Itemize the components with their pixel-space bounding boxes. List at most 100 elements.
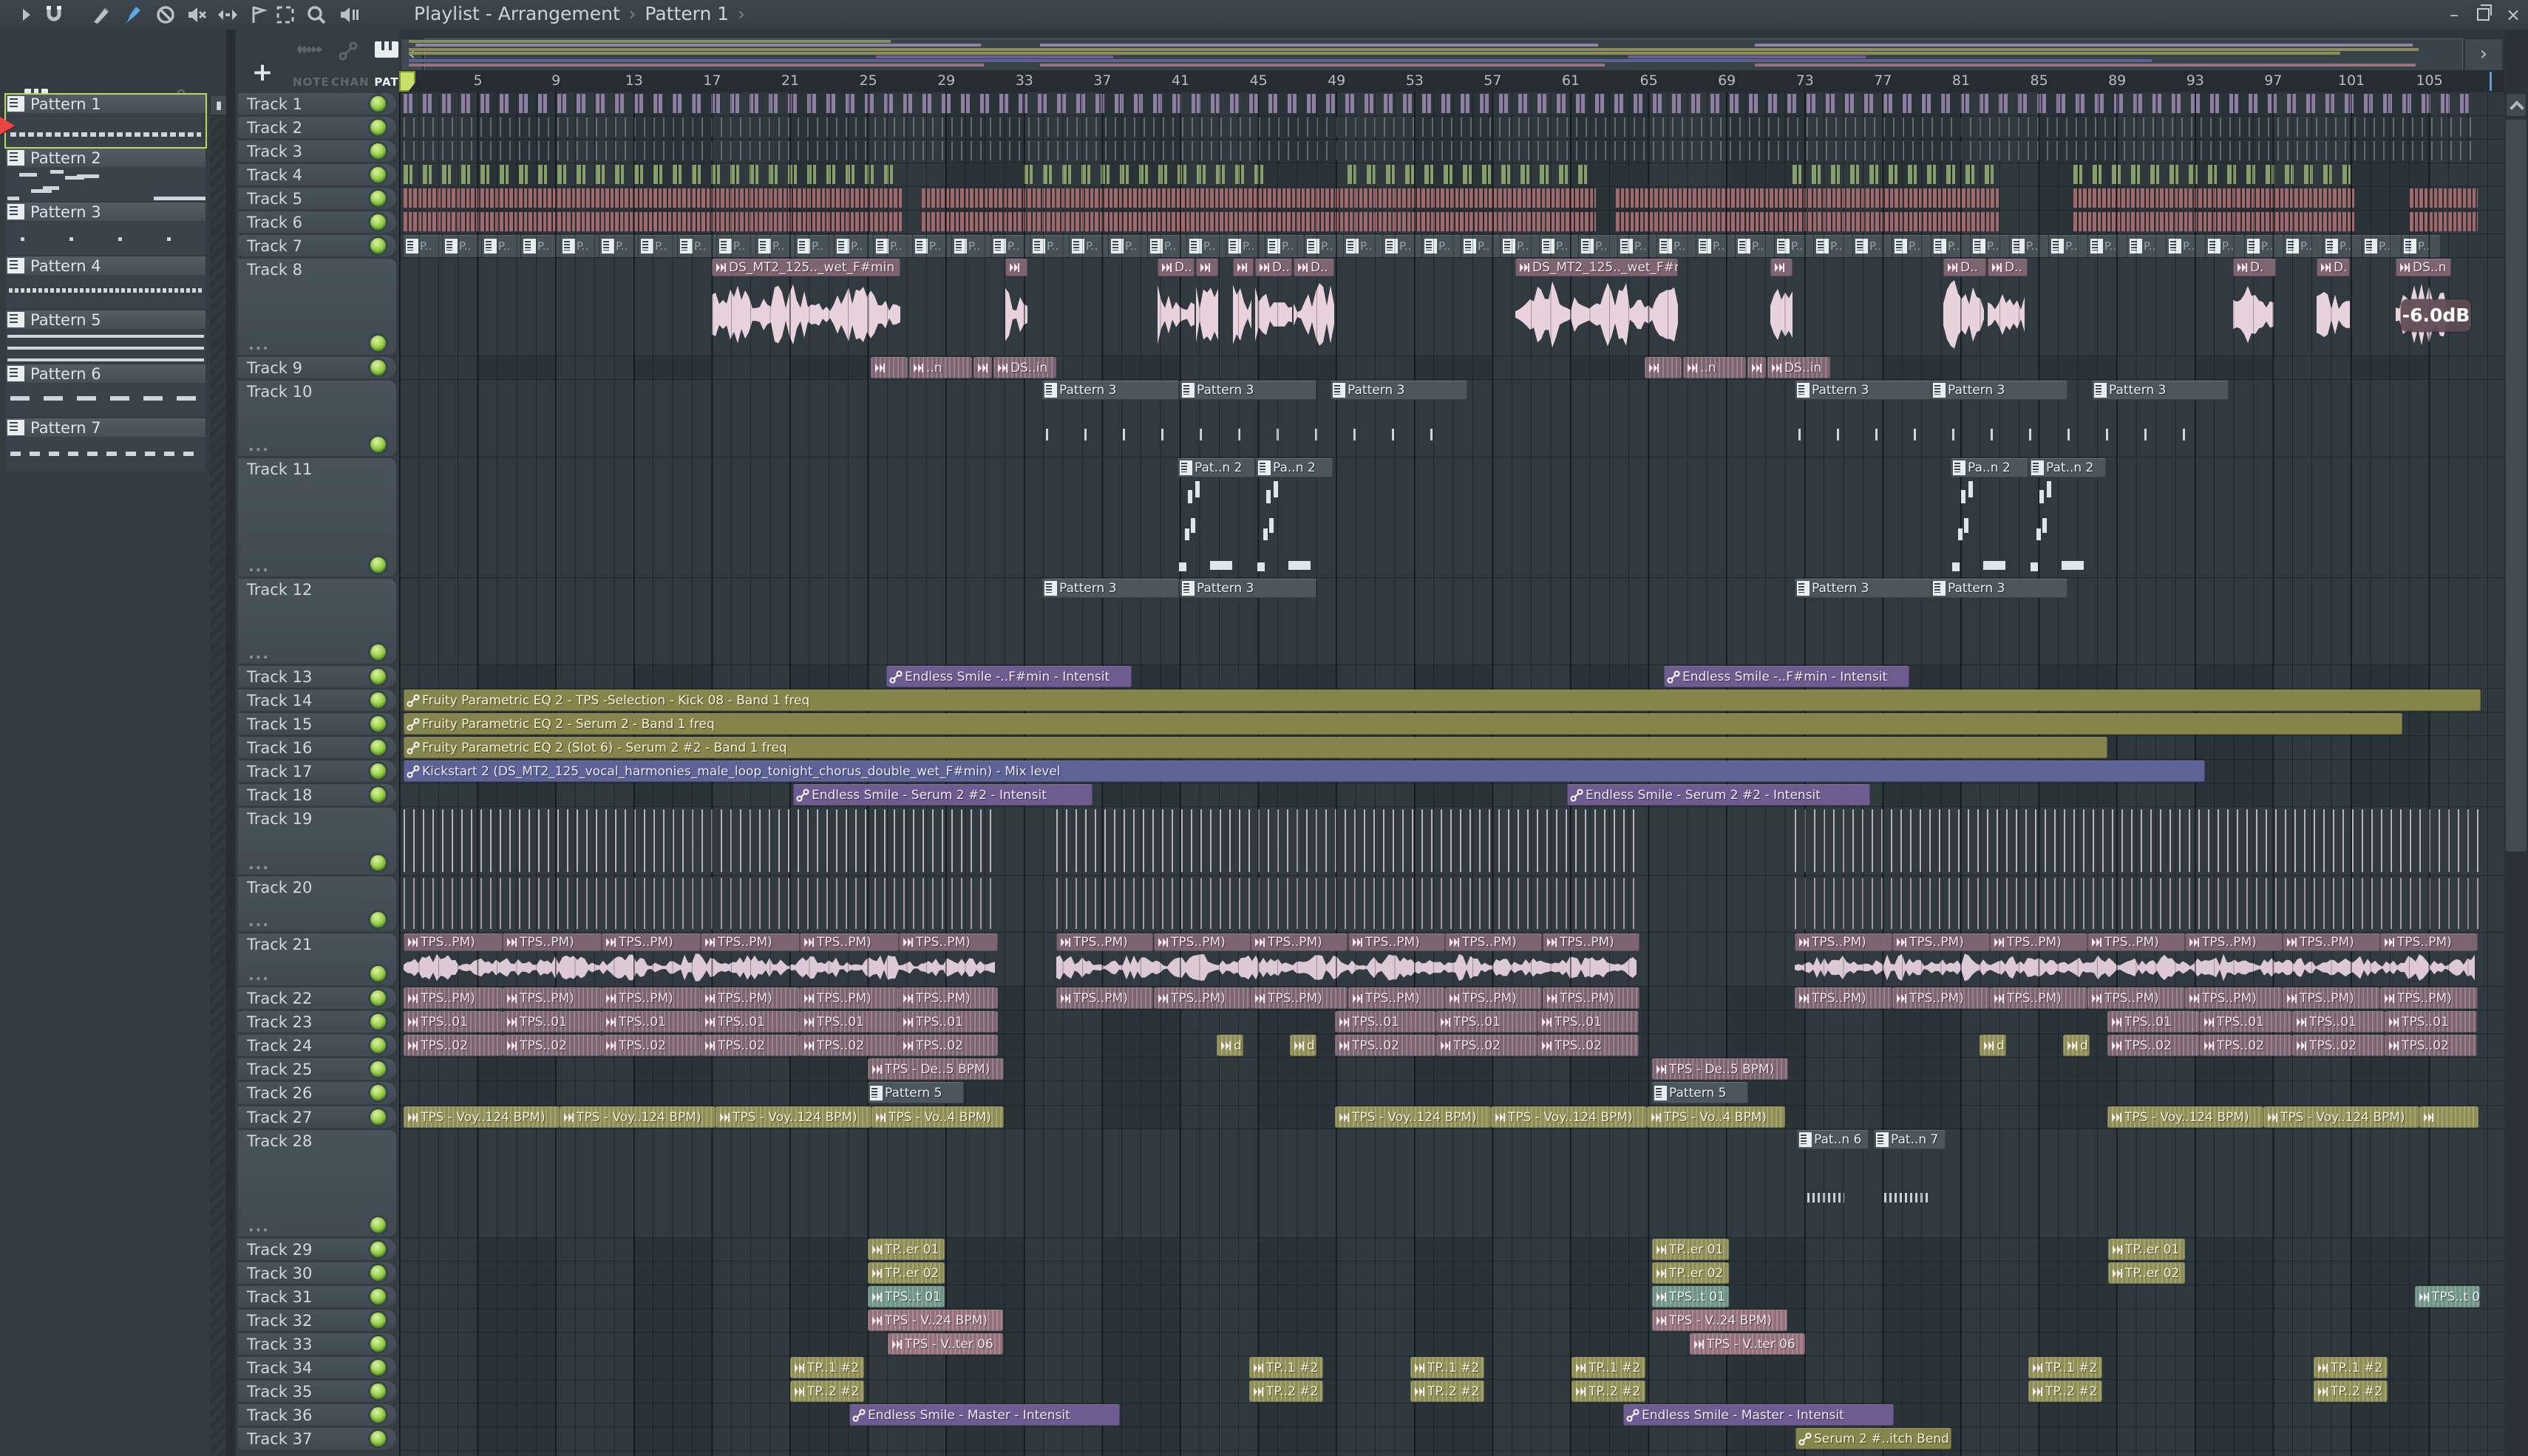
track-led-button[interactable] — [370, 669, 386, 684]
audio-clip[interactable]: TPS..PM) — [1154, 933, 1251, 951]
track-led-button[interactable] — [370, 716, 386, 732]
clip-band[interactable] — [2073, 188, 2354, 208]
audio-clip[interactable]: TPS..02 — [1335, 1035, 1436, 1056]
audio-clip[interactable]: TP..1 #2 — [790, 1357, 864, 1378]
clip-band[interactable] — [1616, 188, 1999, 208]
playhead-marker[interactable] — [399, 71, 415, 92]
audio-clip[interactable]: TPS..01 — [800, 1011, 899, 1033]
audio-clip[interactable]: TPS..PM) — [899, 933, 998, 951]
automation-clip[interactable]: Endless Smile - Serum 2 #2 - Intensit — [1567, 784, 1870, 806]
select-flag-icon[interactable] — [248, 4, 270, 26]
pattern-clip[interactable]: Pattern 3 — [1931, 381, 2067, 400]
audio-clip[interactable]: TPS..t 01 — [2415, 1286, 2480, 1307]
spike-band[interactable] — [404, 809, 999, 872]
audio-clip[interactable]: TP..1 #2 — [2314, 1357, 2388, 1378]
track-row-name[interactable]: Track 23 — [238, 1011, 396, 1033]
collapse-caret-icon[interactable] — [15, 4, 37, 26]
pattern-clip[interactable]: Pattern 3 — [1931, 579, 2067, 598]
track-led-button[interactable] — [370, 787, 386, 803]
audio-clip[interactable]: D.. — [1294, 259, 1334, 276]
audio-clip[interactable]: TPS..01 — [503, 1011, 602, 1033]
clip-band[interactable] — [404, 141, 2478, 160]
pattern-clip[interactable]: Pattern 3 — [1180, 579, 1316, 598]
minimize-button[interactable]: – — [2439, 0, 2469, 30]
pattern-cell-clip[interactable]: P.. — [2010, 235, 2048, 257]
audio-clip[interactable]: TP..er 02 — [868, 1262, 945, 1284]
track-led-button[interactable] — [370, 1061, 386, 1077]
pattern-cell-clip[interactable]: P.. — [2167, 235, 2205, 257]
audio-clip[interactable]: TPS..PM) — [1154, 987, 1251, 1009]
arrangement-overview[interactable] — [408, 38, 2463, 71]
audio-clip[interactable]: DS_MT2_125.._wet_F#min — [712, 259, 900, 276]
timeline-ruler[interactable]: 5 9 13 17 21 25 29 33 37 41 45 49 53 57 61 65 69 73 77 81 85… — [399, 70, 2504, 93]
pattern-cell-clip[interactable]: P.. — [913, 235, 951, 257]
add-pattern-button[interactable]: + — [89, 1450, 121, 1456]
audio-clip[interactable]: TPS..PM) — [1543, 933, 1640, 951]
audio-clip[interactable]: TPS..t 01 — [868, 1286, 945, 1307]
pattern-cell-clip[interactable]: P.. — [1109, 235, 1147, 257]
breadcrumb-playlist[interactable]: Playlist - Arrangement — [414, 3, 620, 24]
audio-clip[interactable]: TPS..PM) — [1795, 933, 1892, 951]
track-led-button[interactable] — [370, 1313, 386, 1328]
automation-clip[interactable]: Serum 2 #..itch Bend — [1795, 1428, 1951, 1449]
pattern-cell-row[interactable]: P.. P.. P.. P.. P.. P.. P.. P.. P.. P.. P.. P.. P.. P… — [404, 235, 2478, 257]
pattern-cell-clip[interactable]: P.. — [1892, 235, 1931, 257]
audio-clip[interactable]: TPS..02 — [602, 1035, 701, 1056]
audio-clip[interactable]: TPS..01 — [1436, 1011, 1537, 1033]
track-row-name[interactable]: Track 28... — [238, 1130, 396, 1236]
zoom-magnifier-icon[interactable] — [305, 4, 327, 26]
pattern-clip[interactable]: Pat..n 7 — [1874, 1130, 1946, 1149]
spike-band[interactable] — [1795, 809, 2478, 872]
audio-clip[interactable]: TPS..02 — [2385, 1035, 2477, 1056]
audio-clip[interactable]: TPS..PM) — [602, 987, 701, 1009]
pattern-item[interactable]: Pattern 3 — [6, 203, 205, 255]
restore-button[interactable] — [2469, 0, 2498, 30]
pattern-cell-clip[interactable]: P.. — [2323, 235, 2362, 257]
pattern-item-header[interactable]: Pattern 6 — [6, 364, 205, 383]
pattern-item[interactable]: Pattern 7 — [6, 418, 205, 471]
clip-band[interactable] — [922, 188, 1596, 208]
pattern-cell-clip[interactable]: P.. — [521, 235, 560, 257]
audio-clip[interactable]: TPS..PM) — [2087, 933, 2185, 951]
track-row-name[interactable]: Track 10... — [238, 381, 396, 456]
track-led-button[interactable] — [370, 238, 386, 254]
pattern-cell-clip[interactable]: P.. — [2088, 235, 2127, 257]
audio-clip[interactable] — [2419, 1106, 2478, 1128]
breadcrumb[interactable]: Playlist - Arrangement › Pattern 1 › — [414, 3, 754, 24]
pattern-cell-clip[interactable]: P.. — [639, 235, 677, 257]
audio-clip[interactable]: D.. — [1988, 259, 2028, 276]
track-row-name[interactable]: Track 8... — [238, 259, 396, 355]
pattern-cell-clip[interactable]: P.. — [874, 235, 912, 257]
track-led-button[interactable] — [370, 1109, 386, 1125]
clip-band[interactable] — [2073, 165, 2351, 184]
audio-clip[interactable]: TPS..02 — [503, 1035, 602, 1056]
audio-clip[interactable]: TP..er 02 — [1652, 1262, 1729, 1284]
pattern-cell-clip[interactable]: P.. — [482, 235, 520, 257]
audio-clip[interactable]: D.. — [1943, 259, 1986, 276]
slice-knife-icon[interactable] — [90, 4, 112, 26]
audio-clip[interactable]: ..n — [909, 357, 972, 378]
track-led-button[interactable] — [370, 167, 386, 183]
pattern-clip[interactable]: Pat..n 2 — [2029, 458, 2106, 477]
track-led-button[interactable] — [370, 1431, 386, 1446]
pattern-cell-clip[interactable]: P.. — [1853, 235, 1892, 257]
pattern-clip[interactable]: Pattern 3 — [1042, 381, 1179, 400]
audio-clip[interactable]: TPS..PM) — [1445, 987, 1542, 1009]
track-led-button[interactable] — [370, 143, 386, 159]
track-row-name[interactable]: Track 5 — [238, 188, 396, 209]
audio-clip[interactable]: TPS..01 — [602, 1011, 701, 1033]
audio-clip[interactable]: TPS..PM) — [2283, 933, 2380, 951]
audio-clip[interactable]: TPS..PM) — [1056, 987, 1153, 1009]
audio-clip[interactable]: TPS..PM) — [1348, 987, 1445, 1009]
track-row-name[interactable]: Track 30 — [238, 1262, 396, 1284]
audio-clip[interactable]: TPS..PM) — [1795, 987, 1892, 1009]
audio-clip[interactable]: TPS..PM) — [800, 987, 899, 1009]
pattern-cell-clip[interactable]: P.. — [560, 235, 599, 257]
audio-clip[interactable]: TPS..02 — [1436, 1035, 1537, 1056]
pattern-item[interactable]: Pattern 4 — [6, 256, 205, 309]
automation-clip[interactable]: Fruity Parametric EQ 2 - Serum 2 - Band … — [404, 713, 2402, 735]
pattern-clip[interactable]: Pattern 3 — [1331, 381, 1467, 400]
audio-clip[interactable] — [1233, 259, 1254, 276]
track-row-name[interactable]: Track 17 — [238, 761, 396, 782]
pattern-cell-clip[interactable]: P.. — [795, 235, 834, 257]
